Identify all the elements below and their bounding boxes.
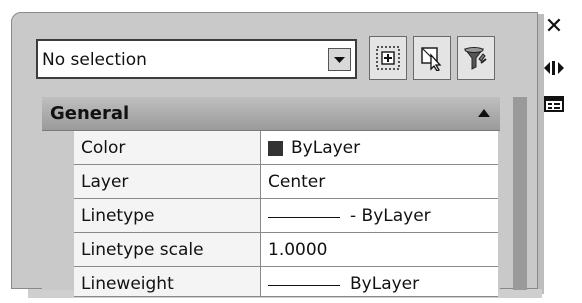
chevron-down-icon[interactable]: [328, 48, 351, 71]
property-value-lineweight[interactable]: ByLayer: [261, 267, 498, 296]
property-value-linetype[interactable]: - ByLayer: [261, 199, 498, 232]
toggle-pickadd-icon: [376, 46, 400, 70]
property-rows: Color ByLayer Layer Center Linetype - By…: [74, 131, 498, 297]
properties-palette-window: ✕ No selection General Color ByLayer Lay…: [0, 0, 582, 303]
property-name: Color: [74, 131, 261, 164]
property-row-color[interactable]: Color ByLayer: [74, 131, 498, 165]
quick-select-button[interactable]: [457, 36, 495, 80]
quick-select-icon: [463, 47, 487, 70]
property-name: Linetype scale: [74, 233, 261, 266]
vertical-scrollbar[interactable]: [513, 97, 527, 290]
palette-title-strip: [538, 0, 582, 290]
property-row-layer[interactable]: Layer Center: [74, 165, 498, 199]
close-icon[interactable]: ✕: [540, 13, 568, 39]
panel-shadow: [538, 14, 544, 294]
property-value: - ByLayer: [350, 206, 431, 226]
property-name: Linetype: [74, 199, 261, 232]
property-value-color[interactable]: ByLayer: [261, 131, 498, 164]
property-row-linetype[interactable]: Linetype - ByLayer: [74, 199, 498, 233]
select-objects-icon: [421, 47, 442, 71]
collapse-up-icon[interactable]: [478, 109, 490, 117]
general-section-header[interactable]: General: [42, 97, 500, 131]
property-value[interactable]: 1.0000: [261, 233, 498, 266]
color-swatch-icon: [268, 141, 283, 156]
property-name: Layer: [74, 165, 261, 198]
property-row-linetype-scale[interactable]: Linetype scale 1.0000: [74, 233, 498, 267]
autohide-icon[interactable]: [540, 55, 568, 81]
selection-dropdown[interactable]: No selection: [36, 39, 357, 79]
toggle-pickadd-button[interactable]: [369, 36, 407, 80]
property-row-lineweight[interactable]: Lineweight ByLayer: [74, 267, 498, 297]
lineweight-sample-icon: [268, 274, 340, 286]
properties-menu-icon[interactable]: [540, 91, 568, 117]
selection-value: No selection: [42, 50, 147, 70]
linetype-sample-icon: [268, 206, 340, 218]
property-value[interactable]: Center: [261, 165, 498, 198]
property-value: ByLayer: [291, 138, 361, 158]
property-name: Lineweight: [74, 267, 261, 296]
select-objects-button[interactable]: [413, 36, 451, 80]
section-title: General: [50, 103, 130, 124]
property-value: ByLayer: [350, 274, 420, 294]
